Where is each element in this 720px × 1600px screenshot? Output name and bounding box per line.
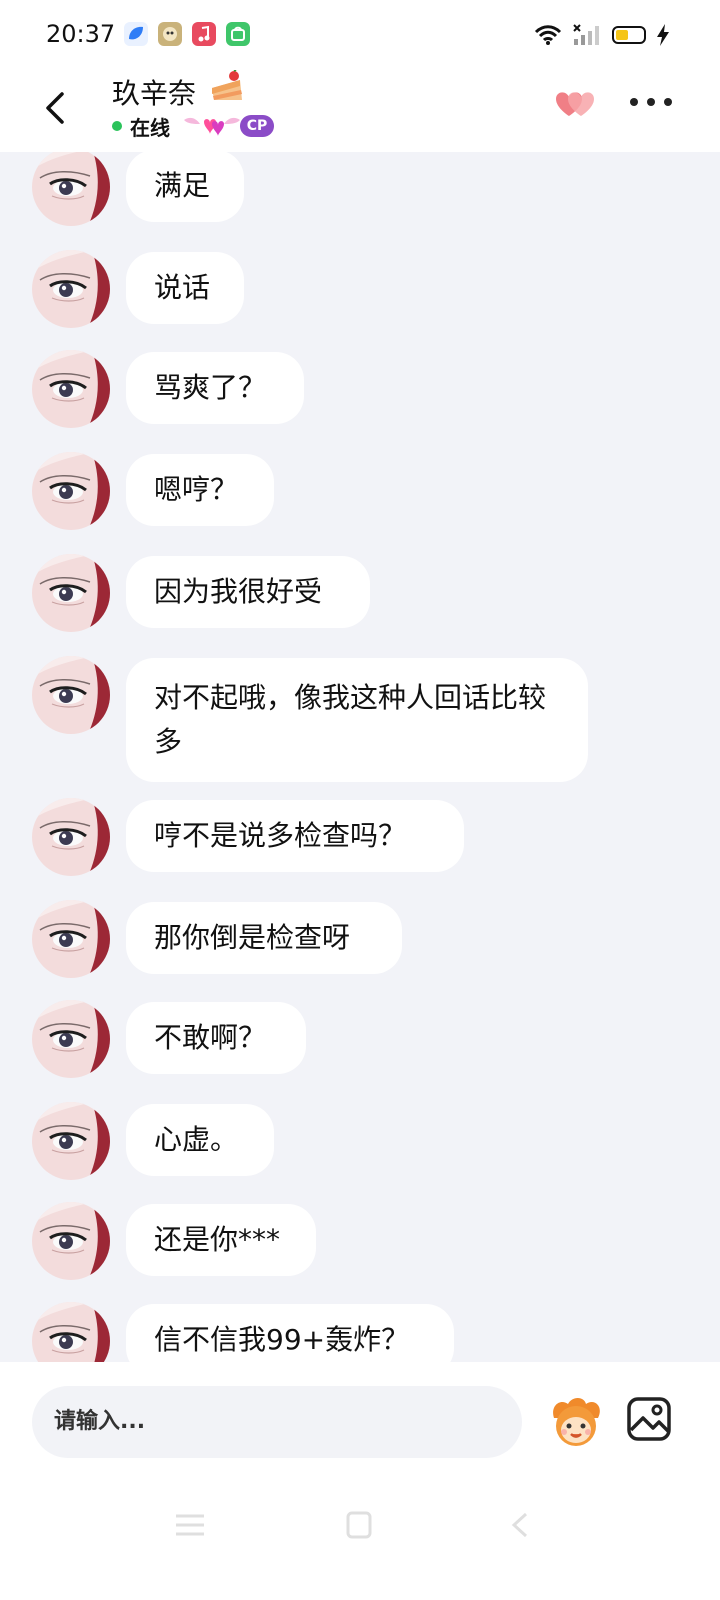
contact-avatar[interactable] (32, 350, 110, 428)
dot-icon (647, 98, 655, 106)
signal-icon (573, 24, 599, 45)
contact-avatar[interactable] (32, 1302, 110, 1362)
contact-avatar[interactable] (32, 152, 110, 226)
message-bubble[interactable]: 骂爽了？ (126, 352, 304, 424)
home-nav-icon[interactable] (338, 1510, 378, 1540)
cake-icon (212, 70, 242, 100)
contact-avatar[interactable] (32, 798, 110, 876)
status-indicators (534, 22, 670, 48)
battery-icon (612, 26, 646, 44)
message-bubble[interactable]: 对不起哦，像我这种人回话比较多 (126, 658, 588, 782)
app-notification-icon (124, 22, 148, 46)
contact-avatar[interactable] (32, 1102, 110, 1180)
charging-icon (657, 24, 669, 46)
status-time: 20:37 (46, 20, 116, 48)
contact-avatar[interactable] (32, 1000, 110, 1078)
message-bubble[interactable]: 信不信我99+轰炸？ (126, 1304, 454, 1362)
presence-row: 在线 CP (112, 112, 274, 140)
back-nav-icon[interactable] (502, 1510, 542, 1540)
input-bar: 请输入... (0, 1362, 720, 1600)
contact-avatar[interactable] (32, 452, 110, 530)
online-dot (112, 121, 122, 131)
message-bubble[interactable]: 哼不是说多检查吗？ (126, 800, 464, 872)
contact-avatar[interactable] (32, 1202, 110, 1280)
dot-icon (630, 98, 638, 106)
back-arrow-icon[interactable] (38, 88, 74, 128)
contact-avatar[interactable] (32, 900, 110, 978)
image-picker-icon[interactable] (626, 1396, 672, 1442)
app-notification-icon (158, 22, 182, 46)
wifi-icon (534, 25, 562, 45)
message-bubble[interactable]: 嗯哼？ (126, 454, 274, 526)
menu-nav-icon[interactable] (170, 1510, 210, 1540)
message-list[interactable]: 满足 说话 骂爽了？ 嗯哼？ 因为我很好受 对不起哦，像我这种人回话比较多 哼不… (0, 152, 720, 1362)
message-bubble[interactable]: 满足 (126, 152, 244, 222)
message-bubble[interactable]: 因为我很好受 (126, 556, 370, 628)
contact-name: 玖辛奈 (112, 77, 197, 110)
message-bubble[interactable]: 还是你*** (126, 1204, 316, 1276)
status-bar: 20:37 (0, 0, 720, 70)
message-bubble[interactable]: 说话 (126, 252, 244, 324)
message-input[interactable]: 请输入... (32, 1386, 522, 1458)
double-heart-icon[interactable] (552, 86, 598, 122)
sticker-icon[interactable] (546, 1392, 606, 1452)
app-notification-icon (226, 22, 250, 46)
contact-avatar[interactable] (32, 554, 110, 632)
chat-header: 玖辛奈 在线 CP (0, 70, 720, 152)
contact-avatar[interactable] (32, 656, 110, 734)
winged-hearts-icon (184, 117, 240, 136)
online-status: 在线 (130, 115, 170, 140)
message-bubble[interactable]: 心虚。 (126, 1104, 274, 1176)
message-bubble[interactable]: 不敢啊？ (126, 1002, 306, 1074)
cp-tag: CP (240, 115, 274, 137)
contact-avatar[interactable] (32, 250, 110, 328)
cp-badge[interactable]: CP (182, 112, 274, 140)
message-bubble[interactable]: 那你倒是检查呀 (126, 902, 402, 974)
dot-icon (664, 98, 672, 106)
app-notification-icon (192, 22, 216, 46)
more-options-button[interactable] (630, 92, 672, 112)
